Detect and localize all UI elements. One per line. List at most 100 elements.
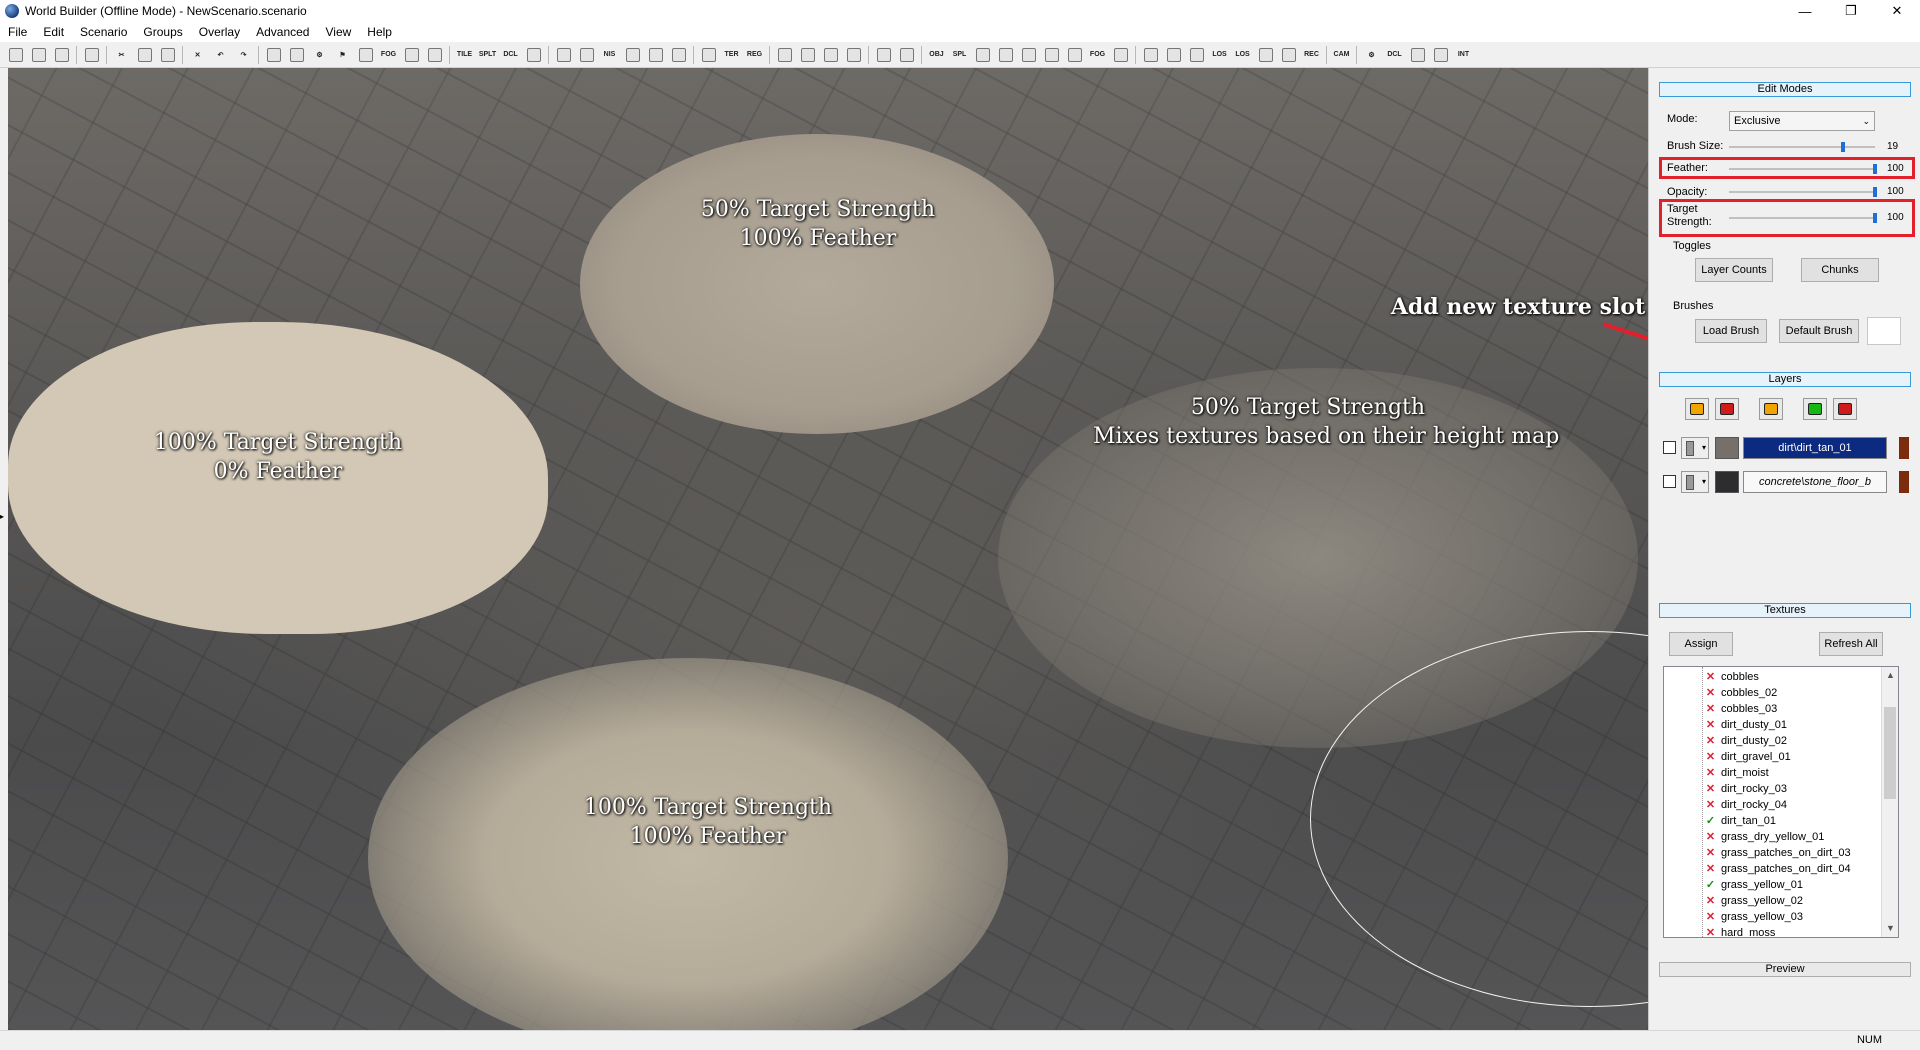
menu-groups[interactable]: Groups bbox=[135, 22, 190, 42]
grid-icon[interactable] bbox=[796, 44, 819, 66]
color-wheel-icon[interactable] bbox=[522, 44, 545, 66]
delete-icon[interactable]: ✕ bbox=[186, 44, 209, 66]
menu-scenario[interactable]: Scenario bbox=[72, 22, 135, 42]
layer-duplicate-icon[interactable] bbox=[1759, 398, 1783, 420]
medal-icon[interactable] bbox=[1429, 44, 1452, 66]
splash-icon[interactable] bbox=[1109, 44, 1132, 66]
pattern-icon[interactable] bbox=[994, 44, 1017, 66]
split-icon[interactable]: SPLT bbox=[476, 44, 499, 66]
select-icon[interactable] bbox=[262, 44, 285, 66]
brush-preview-well[interactable] bbox=[1867, 317, 1901, 345]
shield-icon[interactable] bbox=[1139, 44, 1162, 66]
bulb2-icon[interactable] bbox=[1406, 44, 1429, 66]
scroll-thumb[interactable] bbox=[1884, 707, 1896, 799]
menu-help[interactable]: Help bbox=[359, 22, 400, 42]
layer-remove-icon[interactable] bbox=[1715, 398, 1739, 420]
layer-blend-dropdown[interactable]: ▾ bbox=[1681, 471, 1709, 493]
water-icon[interactable] bbox=[575, 44, 598, 66]
badge-icon[interactable] bbox=[1277, 44, 1300, 66]
map-icon[interactable] bbox=[872, 44, 895, 66]
layer-counts-button[interactable]: Layer Counts bbox=[1695, 258, 1773, 282]
fog-icon[interactable]: FOG bbox=[377, 44, 400, 66]
decal-layer-icon[interactable]: DCL bbox=[1383, 44, 1406, 66]
texture-item[interactable]: ✕ cobbles_03 bbox=[1704, 701, 1777, 717]
texture-item[interactable]: ✓ dirt_tan_01 bbox=[1704, 813, 1776, 829]
feather-slider[interactable] bbox=[1729, 168, 1875, 170]
terrain-icon[interactable]: TER bbox=[720, 44, 743, 66]
opacity-slider-thumb[interactable] bbox=[1873, 187, 1877, 197]
open-folder-icon[interactable] bbox=[50, 44, 73, 66]
target-strength-slider[interactable] bbox=[1729, 217, 1875, 219]
texture-item[interactable]: ✕ dirt_dusty_02 bbox=[1704, 733, 1787, 749]
texture-item[interactable]: ✕ grass_yellow_03 bbox=[1704, 909, 1803, 925]
frame-icon[interactable] bbox=[773, 44, 796, 66]
texture-list-scrollbar[interactable]: ▲ ▼ bbox=[1881, 667, 1898, 937]
minimize-button[interactable]: — bbox=[1782, 0, 1828, 22]
table-icon[interactable] bbox=[895, 44, 918, 66]
circle-target-icon[interactable] bbox=[1185, 44, 1208, 66]
tile-icon[interactable]: TILE bbox=[453, 44, 476, 66]
cut-icon[interactable]: ✂ bbox=[110, 44, 133, 66]
menu-file[interactable]: File bbox=[0, 22, 35, 42]
collapse-handle-icon[interactable]: ▸ bbox=[0, 512, 4, 528]
terrain-viewport[interactable]: 50% Target Strength 100% Feather 100% Ta… bbox=[8, 68, 1648, 1030]
restore-button[interactable]: ❐ bbox=[1828, 0, 1874, 22]
texture-item[interactable]: ✕ dirt_rocky_04 bbox=[1704, 797, 1787, 813]
texture-item[interactable]: ✕ dirt_dusty_01 bbox=[1704, 717, 1787, 733]
decal-icon[interactable]: DCL bbox=[499, 44, 522, 66]
texture-item[interactable]: ✕ hard_moss bbox=[1704, 925, 1776, 937]
texture-item[interactable]: ✕ dirt_moist bbox=[1704, 765, 1769, 781]
road-layer-icon[interactable] bbox=[971, 44, 994, 66]
undo-icon[interactable]: ↶ bbox=[209, 44, 232, 66]
target-icon[interactable] bbox=[1162, 44, 1185, 66]
paint-icon[interactable] bbox=[400, 44, 423, 66]
nis-icon[interactable]: NIS bbox=[598, 44, 621, 66]
soldier-icon[interactable] bbox=[423, 44, 446, 66]
brush-size-slider-thumb[interactable] bbox=[1841, 142, 1845, 152]
los-icon[interactable]: LOS bbox=[1208, 44, 1231, 66]
new-icon[interactable] bbox=[27, 44, 50, 66]
landscape-icon[interactable] bbox=[1063, 44, 1086, 66]
chunks-button[interactable]: Chunks bbox=[1801, 258, 1879, 282]
load-brush-button[interactable]: Load Brush bbox=[1695, 319, 1767, 343]
texture-item[interactable]: ✕ grass_patches_on_dirt_03 bbox=[1704, 845, 1851, 861]
mountain-icon[interactable] bbox=[1040, 44, 1063, 66]
assign-button[interactable]: Assign bbox=[1669, 632, 1733, 656]
layer-texture-name[interactable]: concrete\stone_floor_b bbox=[1743, 471, 1887, 493]
int-icon[interactable]: INT bbox=[1452, 44, 1475, 66]
menu-view[interactable]: View bbox=[317, 22, 359, 42]
texture-item[interactable]: ✕ cobbles_02 bbox=[1704, 685, 1777, 701]
texture-list[interactable]: ✕ cobbles ✕ cobbles_02 ✕ cobbles_03 ✕ dirt_dust… bbox=[1663, 666, 1899, 938]
default-brush-button[interactable]: Default Brush bbox=[1779, 319, 1859, 343]
layer-add-icon[interactable] bbox=[1685, 398, 1709, 420]
close-button[interactable]: ✕ bbox=[1874, 0, 1920, 22]
opacity-slider[interactable] bbox=[1729, 191, 1875, 193]
preview-header[interactable]: Preview bbox=[1659, 962, 1911, 977]
scroll-up-icon[interactable]: ▲ bbox=[1882, 667, 1898, 684]
save-icon[interactable] bbox=[80, 44, 103, 66]
texture-item[interactable]: ✕ dirt_rocky_03 bbox=[1704, 781, 1787, 797]
texture-item[interactable]: ✕ grass_yellow_02 bbox=[1704, 893, 1803, 909]
brush-size-slider[interactable] bbox=[1729, 146, 1875, 148]
marker2-icon[interactable] bbox=[842, 44, 865, 66]
menu-edit[interactable]: Edit bbox=[35, 22, 72, 42]
layer-visible-checkbox[interactable] bbox=[1663, 475, 1676, 488]
new-file-icon[interactable] bbox=[4, 44, 27, 66]
menu-overlay[interactable]: Overlay bbox=[191, 22, 248, 42]
target-strength-slider-thumb[interactable] bbox=[1873, 213, 1877, 223]
layer-visible-checkbox[interactable] bbox=[1663, 441, 1676, 454]
texture-item[interactable]: ✕ grass_dry_yellow_01 bbox=[1704, 829, 1824, 845]
scroll-down-icon[interactable]: ▼ bbox=[1882, 920, 1898, 937]
layer-blend-dropdown[interactable]: ▾ bbox=[1681, 437, 1709, 459]
layer-row[interactable]: ▾ concrete\stone_floor_b bbox=[1659, 468, 1911, 496]
gear-icon[interactable]: ⚙ bbox=[308, 44, 331, 66]
texture-item[interactable]: ✕ grass_patches_on_dirt_04 bbox=[1704, 861, 1851, 877]
bulb-icon[interactable] bbox=[354, 44, 377, 66]
region-icon[interactable]: REG bbox=[743, 44, 766, 66]
layer-delete-icon[interactable] bbox=[1833, 398, 1857, 420]
layer-new-slot-icon[interactable] bbox=[1803, 398, 1827, 420]
flag2-icon[interactable] bbox=[1254, 44, 1277, 66]
splat-icon[interactable] bbox=[644, 44, 667, 66]
refresh-all-button[interactable]: Refresh All bbox=[1819, 632, 1883, 656]
object-icon[interactable]: OBJ bbox=[925, 44, 948, 66]
